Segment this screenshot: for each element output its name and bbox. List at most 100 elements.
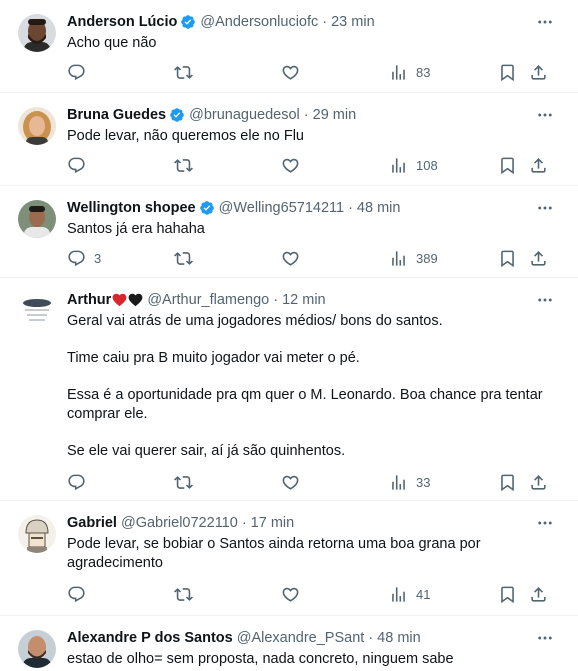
like-icon: [281, 585, 300, 604]
author-handle[interactable]: @Alexandre_PSant: [237, 628, 365, 648]
like-button[interactable]: [281, 247, 300, 269]
retweet-icon: [174, 585, 193, 604]
reply-button[interactable]: [67, 154, 86, 176]
separator: ·: [273, 292, 279, 308]
bookmark-button[interactable]: [498, 247, 517, 269]
views-button[interactable]: 41: [389, 583, 430, 605]
timestamp[interactable]: 48 min: [377, 628, 421, 648]
tweet-paragraph: Time caiu pra B muito jogador vai meter …: [67, 350, 360, 366]
share-icon: [529, 63, 548, 82]
share-button[interactable]: [529, 471, 548, 493]
avatar[interactable]: [18, 515, 56, 553]
bookmark-icon: [498, 585, 517, 604]
like-button[interactable]: [281, 154, 300, 176]
bookmark-button[interactable]: [498, 471, 517, 493]
tweet-actions: 3 389: [60, 247, 558, 269]
more-icon[interactable]: [534, 198, 556, 218]
share-icon: [529, 473, 548, 492]
tweet-text: Geral vai atrás de uma jogadores médios/…: [67, 312, 556, 461]
tweet-paragraph: Pode levar, se bobiar o Santos ainda ret…: [67, 536, 481, 571]
author-handle[interactable]: @Welling65714211: [219, 198, 344, 218]
author-handle[interactable]: @brunaguedesol: [189, 105, 300, 125]
views-button[interactable]: 389: [389, 247, 438, 269]
like-icon: [281, 473, 300, 492]
tweet[interactable]: Wellington shopee @Welling65714211 · 48 min…: [0, 186, 578, 278]
share-icon: [529, 249, 548, 268]
avatar[interactable]: [18, 630, 56, 668]
author-name[interactable]: Gabriel: [67, 513, 117, 533]
timestamp[interactable]: 48 min: [357, 198, 401, 218]
author-name[interactable]: Alexandre P dos Santos: [67, 628, 233, 648]
tweet-paragraph: Santos já era hahaha: [67, 221, 205, 237]
views-button[interactable]: 33: [389, 471, 430, 493]
tweet[interactable]: Gabriel @Gabriel0722110 · 17 min Pode levar,…: [0, 501, 578, 616]
tweet-actions: 108: [60, 154, 558, 176]
share-icon: [529, 585, 548, 604]
reply-button[interactable]: [67, 61, 86, 83]
views-button[interactable]: 83: [389, 61, 430, 83]
bookmark-button[interactable]: [498, 61, 517, 83]
share-button[interactable]: [529, 61, 548, 83]
more-icon[interactable]: [534, 628, 556, 648]
author-name[interactable]: Arthur: [67, 290, 111, 310]
like-button[interactable]: [281, 61, 300, 83]
tweet[interactable]: Arthur @Arthur_flamengo · 12 min Geral vai a…: [0, 278, 578, 501]
more-icon[interactable]: [534, 12, 556, 32]
timestamp[interactable]: 17 min: [251, 513, 295, 533]
tweet-paragraph: Pode levar, não queremos ele no Flu: [67, 128, 304, 144]
tweet[interactable]: Alexandre P dos Santos @Alexandre_PSant · 4…: [0, 616, 578, 671]
retweet-button[interactable]: [174, 154, 193, 176]
views-button[interactable]: 108: [389, 154, 438, 176]
views-icon: [389, 473, 408, 492]
like-button[interactable]: [281, 471, 300, 493]
separator: ·: [322, 14, 328, 30]
tweet-text: Acho que não: [67, 34, 556, 53]
tweet-text: Pode levar, não queremos ele no Flu: [67, 127, 556, 146]
author-handle[interactable]: @Arthur_flamengo: [147, 290, 269, 310]
more-icon[interactable]: [534, 290, 556, 310]
avatar[interactable]: [18, 107, 56, 145]
reply-icon: [67, 473, 86, 492]
view-count: 108: [416, 157, 438, 173]
tweet-header: Bruna Guedes @brunaguedesol · 29 min: [67, 105, 538, 125]
tweet-text: estao de olho= sem proposta, nada concre…: [67, 650, 556, 669]
retweet-button[interactable]: [174, 583, 193, 605]
share-button[interactable]: [529, 154, 548, 176]
reply-icon: [67, 249, 86, 268]
retweet-button[interactable]: [174, 247, 193, 269]
views-icon: [389, 156, 408, 175]
avatar[interactable]: [18, 14, 56, 52]
reply-button[interactable]: [67, 471, 86, 493]
timestamp[interactable]: 23 min: [331, 12, 375, 32]
bookmark-button[interactable]: [498, 154, 517, 176]
tweet-paragraph: Acho que não: [67, 35, 157, 51]
share-button[interactable]: [529, 247, 548, 269]
retweet-button[interactable]: [174, 471, 193, 493]
avatar[interactable]: [18, 200, 56, 238]
retweet-icon: [174, 156, 193, 175]
timestamp[interactable]: 12 min: [282, 290, 326, 310]
timestamp[interactable]: 29 min: [313, 105, 357, 125]
tweet[interactable]: Bruna Guedes @brunaguedesol · 29 min Pode le…: [0, 93, 578, 186]
author-handle[interactable]: @Andersonluciofc: [200, 12, 318, 32]
more-icon[interactable]: [534, 513, 556, 533]
bookmark-button[interactable]: [498, 583, 517, 605]
share-button[interactable]: [529, 583, 548, 605]
author-name[interactable]: Anderson Lúcio: [67, 12, 177, 32]
view-count: 83: [416, 64, 431, 80]
reply-button[interactable]: 3: [67, 247, 101, 269]
bookmark-icon: [498, 156, 517, 175]
author-name[interactable]: Bruna Guedes: [67, 105, 166, 125]
author-name[interactable]: Wellington shopee: [67, 198, 196, 218]
like-icon: [281, 249, 300, 268]
tweet-actions: 33: [60, 471, 558, 493]
avatar[interactable]: [18, 292, 56, 330]
like-button[interactable]: [281, 583, 300, 605]
tweet[interactable]: Anderson Lúcio @Andersonluciofc · 23 min Ach…: [0, 0, 578, 93]
reply-button[interactable]: [67, 583, 86, 605]
verified-badge-icon: [199, 200, 215, 216]
author-handle[interactable]: @Gabriel0722110: [121, 513, 238, 533]
more-icon[interactable]: [534, 105, 556, 125]
retweet-button[interactable]: [174, 61, 193, 83]
retweet-icon: [174, 63, 193, 82]
